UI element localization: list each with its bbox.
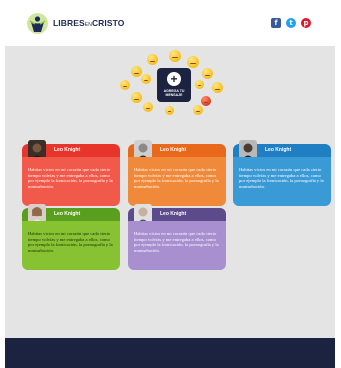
card-author: Leo Knight — [54, 147, 81, 153]
emoji-icon — [212, 82, 223, 93]
social-links: f t p — [271, 18, 311, 28]
angry-emoji-icon — [201, 96, 211, 106]
emoji-icon — [169, 50, 181, 62]
add-message-button[interactable]: + AGREGA TU MENSAJE — [157, 68, 191, 102]
page-frame: LIBRESENCRISTO f t p + AGREGA TU MENSAJE — [5, 0, 335, 368]
emoji-icon — [120, 80, 130, 90]
card-author: Leo Knight — [160, 211, 187, 217]
plus-icon: + — [167, 72, 181, 86]
emoji-icon — [195, 80, 204, 89]
emoji-icon — [187, 56, 199, 68]
emoji-icon — [165, 106, 174, 115]
add-message-label: AGREGA TU MENSAJE — [163, 89, 185, 98]
card-author: Leo Knight — [54, 211, 81, 217]
twitter-icon[interactable]: t — [286, 18, 296, 28]
emoji-icon — [147, 54, 158, 65]
card-author: Leo Knight — [160, 147, 187, 153]
testimonial-card[interactable]: Leo Knight Habitas vicios en mi corazón … — [22, 140, 120, 206]
site-logo[interactable]: LIBRESENCRISTO — [27, 12, 125, 34]
logo-icon — [27, 12, 48, 34]
card-message: Habitas vicios en mi corazón que cada ci… — [128, 157, 226, 206]
card-message: Habitas vicios en mi corazón que cada ci… — [233, 157, 331, 206]
testimonial-card[interactable]: Leo Knight Habitas vicios en mi corazón … — [22, 204, 120, 270]
card-message: Habitas vicios en mi corazón que cada ci… — [128, 221, 226, 270]
testimonial-card[interactable]: Leo Knight Habitas vicios en mi corazón … — [233, 140, 331, 206]
pinterest-icon[interactable]: p — [301, 18, 311, 28]
testimonial-card[interactable]: Leo Knight Habitas vicios en mi corazón … — [128, 140, 226, 206]
card-message: Habitas vicios en mi corazón que cada ci… — [22, 157, 120, 206]
facebook-icon[interactable]: f — [271, 18, 281, 28]
site-header: LIBRESENCRISTO f t p — [5, 0, 335, 46]
emoji-icon — [131, 92, 142, 103]
card-message: Habitas vicios en mi corazón que cada ci… — [22, 221, 120, 270]
testimonial-card[interactable]: Leo Knight Habitas vicios en mi corazón … — [128, 204, 226, 270]
emoji-icon — [193, 105, 203, 115]
emoji-icon — [143, 102, 153, 112]
site-footer — [5, 338, 335, 368]
logo-text: LIBRESENCRISTO — [53, 18, 125, 28]
emoji-cluster: + AGREGA TU MENSAJE — [117, 50, 227, 116]
emoji-icon — [141, 74, 151, 84]
card-author: Leo Knight — [265, 147, 292, 153]
emoji-icon — [131, 66, 142, 77]
emoji-icon — [202, 68, 213, 79]
